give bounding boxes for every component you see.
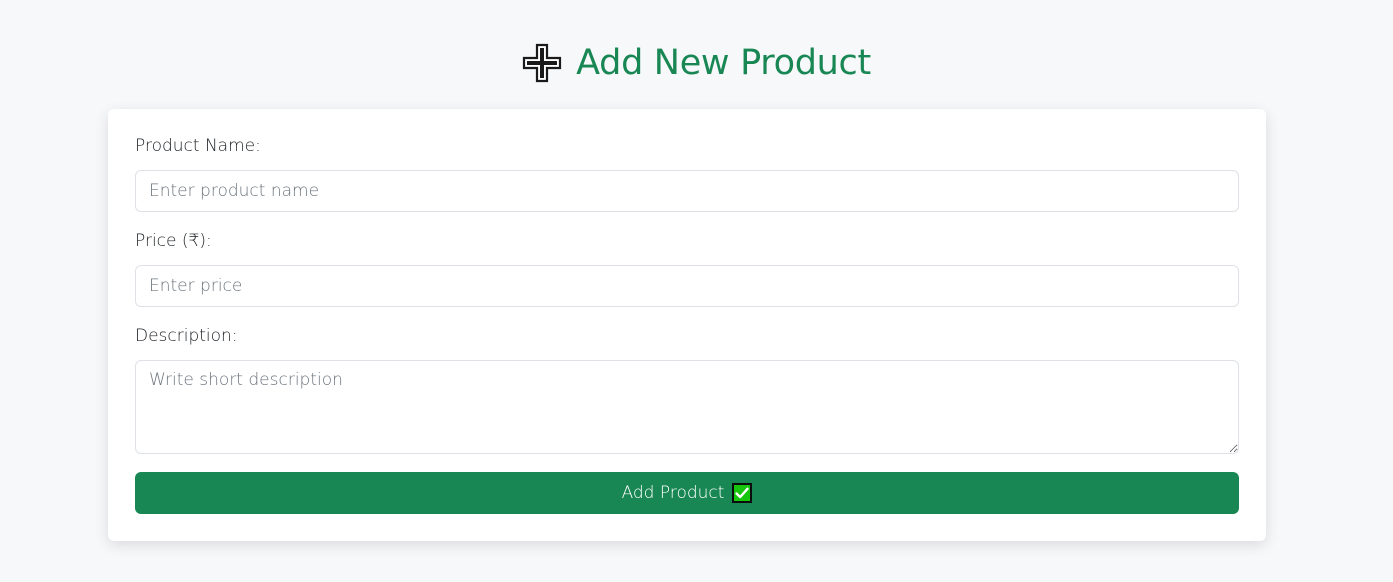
product-name-input[interactable] [135, 170, 1239, 212]
add-product-button[interactable]: Add Product [135, 472, 1239, 514]
price-input[interactable] [135, 265, 1239, 307]
description-textarea[interactable] [135, 360, 1239, 454]
check-icon [732, 483, 753, 503]
page-header: Add New Product [0, 38, 1393, 88]
page-title: Add New Product [576, 43, 871, 83]
plus-icon [523, 43, 562, 83]
add-product-form: Product Name: Price (₹): Description: Ad… [108, 109, 1266, 541]
description-label: Description: [135, 326, 238, 346]
product-name-label: Product Name: [135, 136, 261, 156]
price-label: Price (₹): [135, 231, 212, 251]
add-product-button-label: Add Product [621, 483, 725, 503]
